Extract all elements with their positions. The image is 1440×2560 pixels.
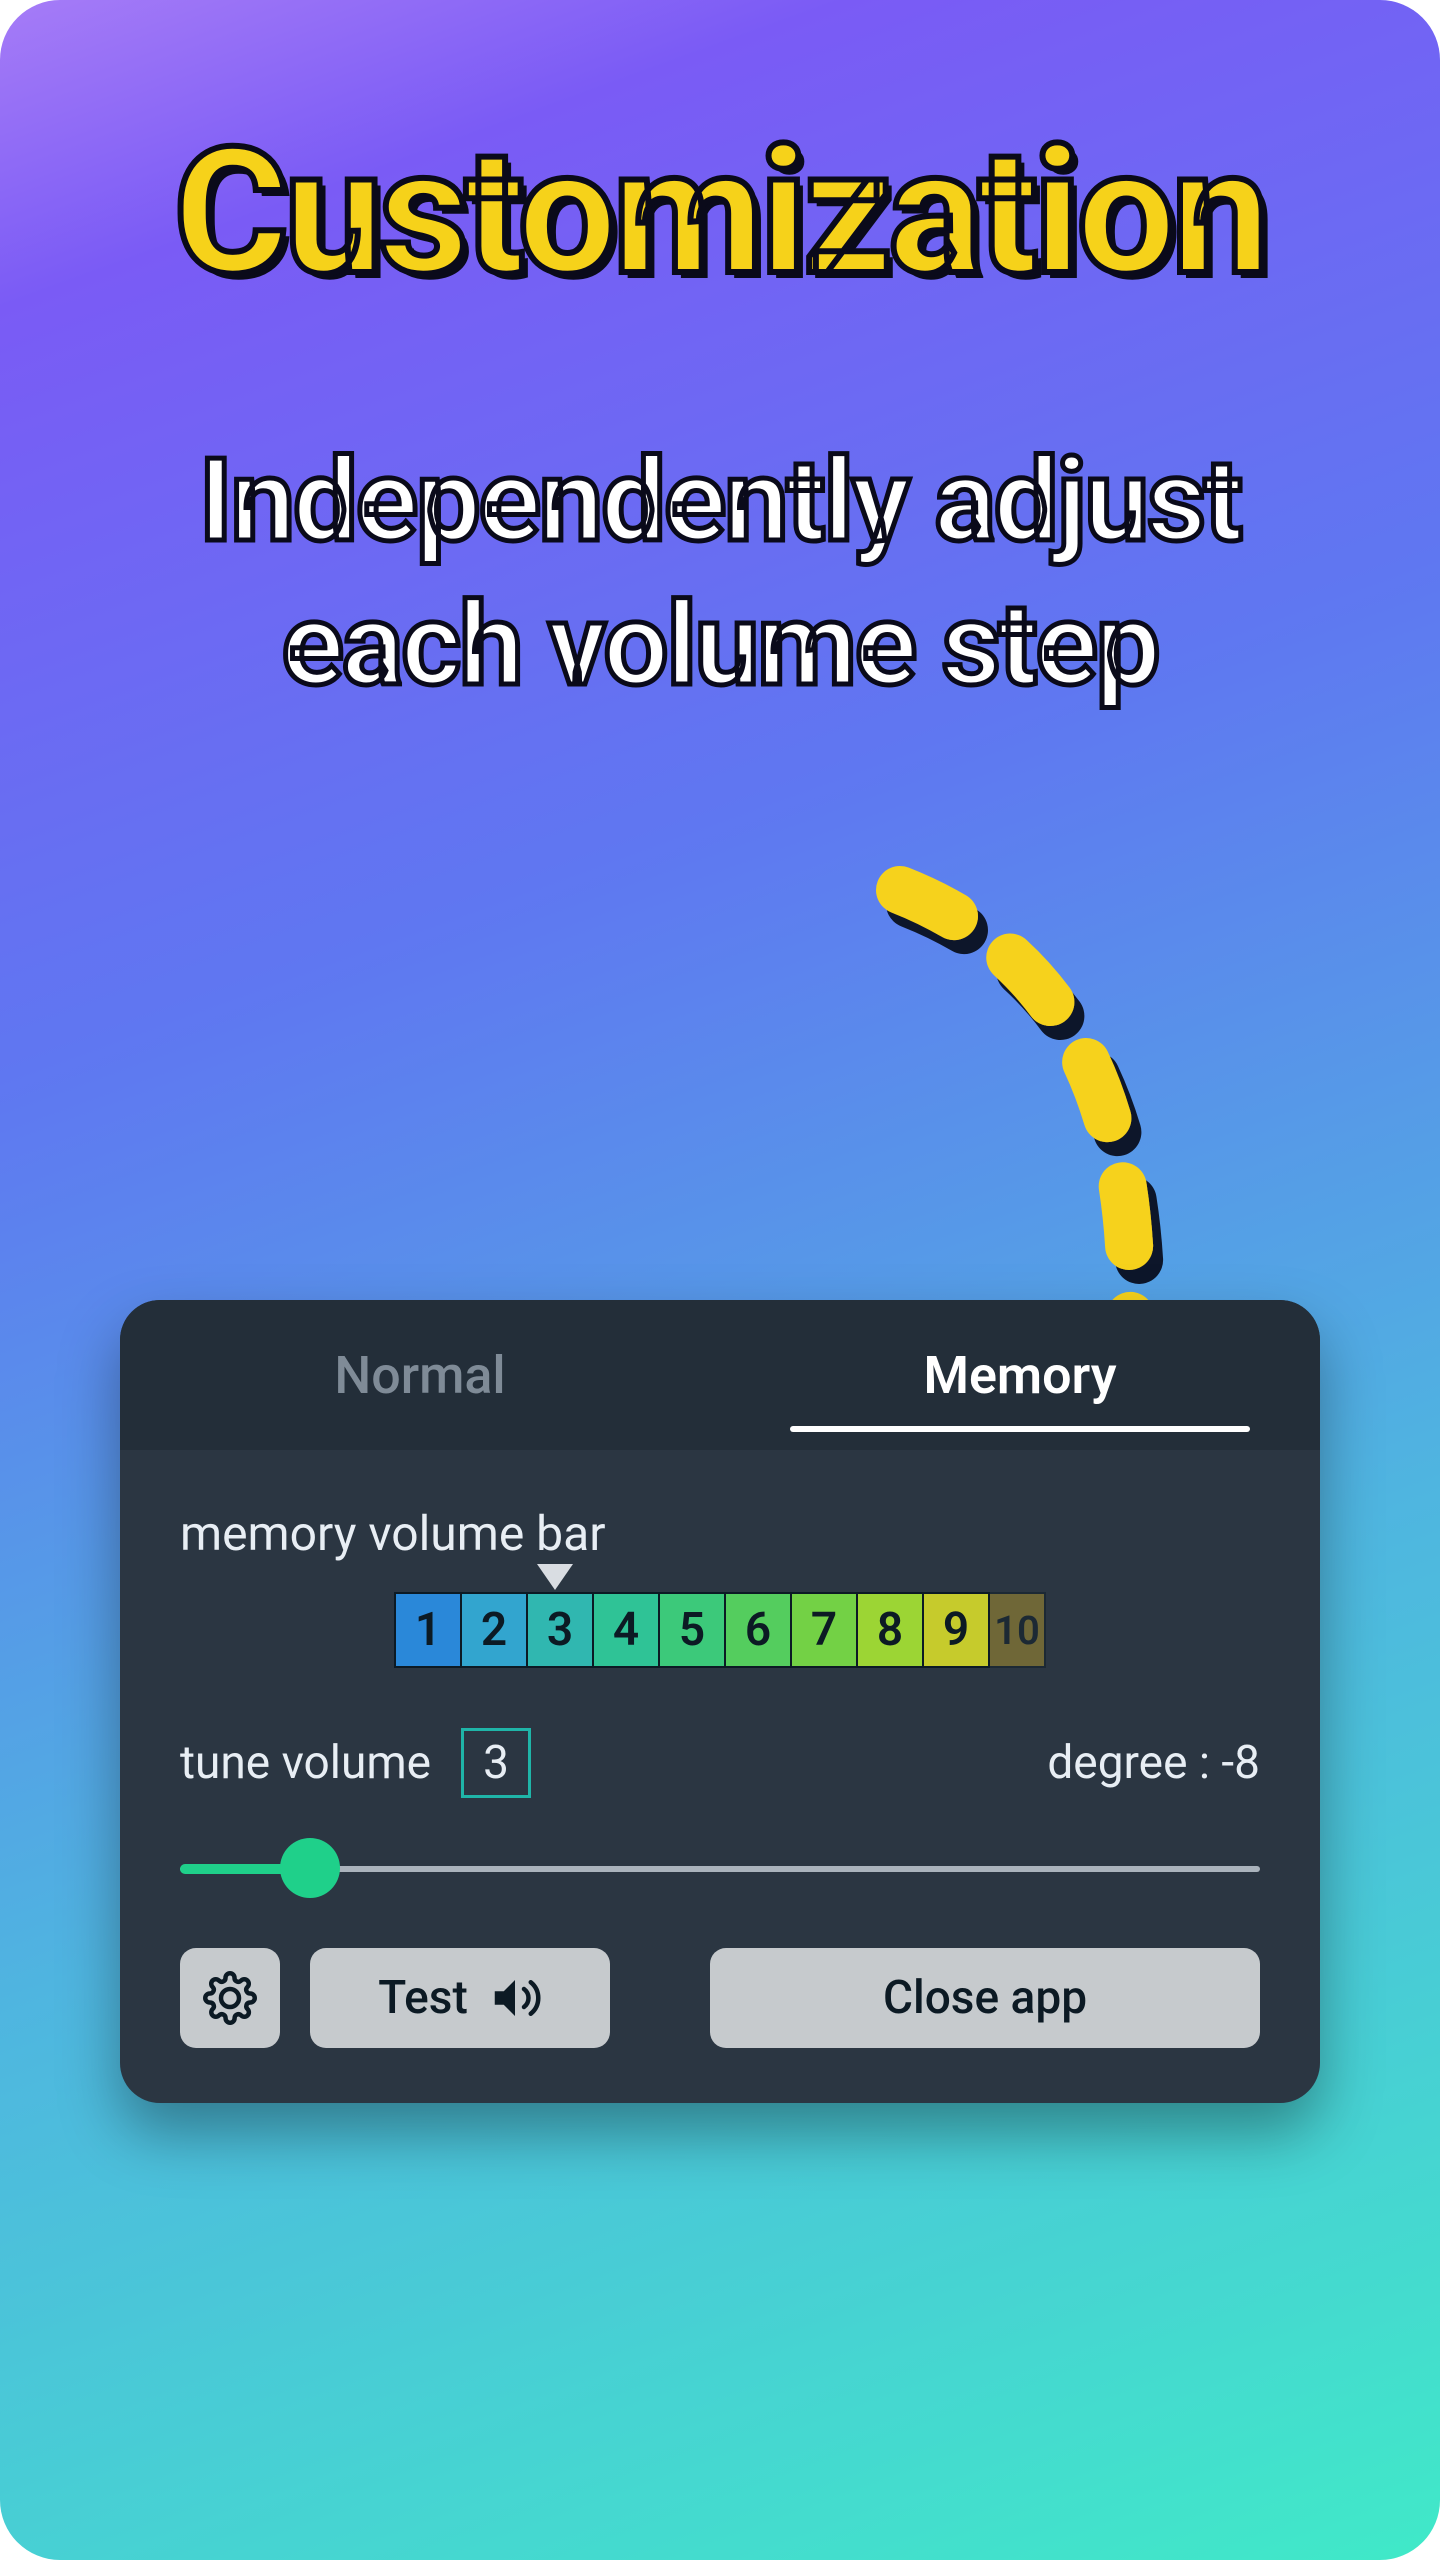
- volume-slider[interactable]: [180, 1838, 1260, 1898]
- degree-label: degree : -8: [1047, 1736, 1260, 1790]
- speaker-icon: [488, 1971, 542, 2025]
- volume-step-10[interactable]: 10: [988, 1592, 1046, 1668]
- volume-step-5[interactable]: 5: [658, 1592, 726, 1668]
- test-button-label: Test: [378, 1971, 468, 2025]
- selected-step-marker-icon: [537, 1564, 573, 1590]
- volume-step-2[interactable]: 2: [460, 1592, 528, 1668]
- volume-step-9[interactable]: 9: [922, 1592, 990, 1668]
- page-title: Customization: [0, 110, 1440, 315]
- volume-step-7[interactable]: 7: [790, 1592, 858, 1668]
- tab-bar: Normal Memory: [120, 1300, 1320, 1450]
- test-button[interactable]: Test: [310, 1948, 610, 2048]
- volume-step-6[interactable]: 6: [724, 1592, 792, 1668]
- section-label: memory volume bar: [180, 1505, 1260, 1562]
- tune-volume-value: 3: [461, 1728, 531, 1798]
- volume-step-4[interactable]: 4: [592, 1592, 660, 1668]
- gear-icon: [203, 1971, 257, 2025]
- settings-panel: Normal Memory memory volume bar 12345678…: [120, 1300, 1320, 2103]
- tab-normal[interactable]: Normal: [120, 1300, 720, 1450]
- volume-step-8[interactable]: 8: [856, 1592, 924, 1668]
- volume-step-1[interactable]: 1: [394, 1592, 462, 1668]
- volume-step-bar: 12345678910: [180, 1592, 1260, 1668]
- tune-volume-label: tune volume: [180, 1736, 431, 1790]
- page-subtitle: Independently adjust each volume step: [0, 430, 1440, 718]
- tab-memory[interactable]: Memory: [720, 1300, 1320, 1450]
- close-app-button[interactable]: Close app: [710, 1948, 1260, 2048]
- settings-button[interactable]: [180, 1948, 280, 2048]
- volume-step-3[interactable]: 3: [526, 1592, 594, 1668]
- close-app-label: Close app: [883, 1971, 1087, 2025]
